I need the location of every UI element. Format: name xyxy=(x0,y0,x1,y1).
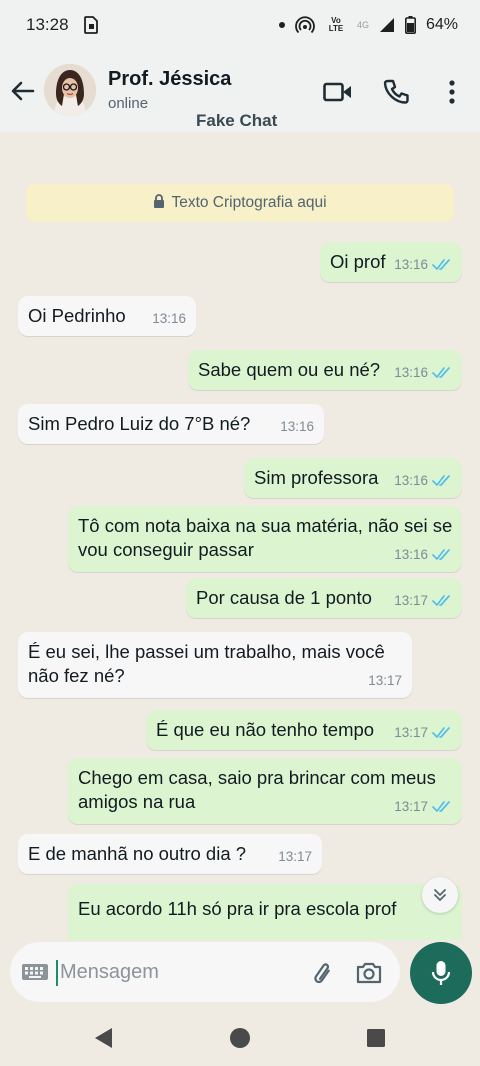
message-time: 13:17 xyxy=(278,849,312,864)
message-text: Eu acordo 11h só pra ir pra escola prof xyxy=(78,898,397,919)
message-bubble-outgoing[interactable]: Por causa de 1 ponto 13:17 xyxy=(186,578,462,618)
message-time: 13:16 xyxy=(394,547,428,562)
double-check-icon xyxy=(432,549,452,561)
message-time: 13:17 xyxy=(394,593,428,608)
avatar[interactable] xyxy=(44,64,96,116)
chat-area[interactable]: Texto Criptografia aqui Oi prof 13:16 Oi… xyxy=(0,132,480,940)
message-text: Sabe quem ou eu né? xyxy=(198,359,381,380)
text-cursor xyxy=(56,960,58,986)
video-call-icon[interactable] xyxy=(322,76,354,108)
message-bubble-incoming[interactable]: E de manhã no outro dia ? 13:17 xyxy=(18,834,322,874)
message-time: 13:17 xyxy=(368,673,402,688)
message-bubble-outgoing[interactable]: Sabe quem ou eu né? 13:16 xyxy=(188,350,462,390)
message-bubble-outgoing[interactable]: Sim professora 13:16 xyxy=(244,458,462,498)
signal-icon xyxy=(379,17,395,33)
message-time: 13:17 xyxy=(394,725,428,740)
volte-icon: Vo LTE xyxy=(325,17,347,33)
message-time: 13:16 xyxy=(280,419,314,434)
arrow-left-icon[interactable] xyxy=(8,76,38,106)
double-check-icon xyxy=(432,259,452,271)
hotspot-icon xyxy=(295,16,315,34)
battery-icon xyxy=(404,16,416,34)
double-check-icon xyxy=(432,367,452,379)
status-bar: 13:28 Vo LTE 4G 64% xyxy=(0,0,480,50)
encryption-notice[interactable]: Texto Criptografia aqui xyxy=(26,184,454,222)
message-text: Oi prof xyxy=(330,251,386,272)
message-time: 13:16 xyxy=(152,311,186,326)
message-bubble-outgoing[interactable]: Tô com nota baixa na sua matéria, não se… xyxy=(68,506,462,572)
double-check-icon xyxy=(432,475,452,487)
message-text: É que eu não tenho tempo xyxy=(156,719,375,740)
message-bubble-incoming[interactable]: É eu sei, lhe passei um trabalho, mais v… xyxy=(18,632,412,698)
message-text: Sim professora xyxy=(254,467,379,488)
system-navigation-bar xyxy=(0,1010,480,1066)
message-input[interactable] xyxy=(60,954,240,990)
chevron-double-down-icon[interactable] xyxy=(422,877,458,913)
network-type-label: 4G xyxy=(356,20,369,30)
message-time: 13:17 xyxy=(394,799,428,814)
message-composer xyxy=(0,940,480,1010)
double-check-icon xyxy=(432,727,452,739)
message-text: Chego em casa, saio pra brincar com meus… xyxy=(78,767,436,812)
message-time: 13:16 xyxy=(394,365,428,380)
phone-icon[interactable] xyxy=(380,76,412,108)
message-bubble-outgoing[interactable]: É que eu não tenho tempo 13:17 xyxy=(146,710,462,750)
battery-percent: 64% xyxy=(425,16,458,33)
double-check-icon xyxy=(432,595,452,607)
dot-icon xyxy=(278,22,285,28)
mic-icon[interactable] xyxy=(410,942,472,1004)
message-time: 13:16 xyxy=(394,473,428,488)
lock-icon xyxy=(153,193,165,213)
chat-header: Prof. Jéssica online Fake Chat xyxy=(0,50,480,132)
status-time: 13:28 xyxy=(26,15,69,34)
camera-icon[interactable] xyxy=(354,958,384,988)
more-vert-icon[interactable] xyxy=(436,76,468,108)
message-text: Sim Pedro Luiz do 7°B né? xyxy=(28,413,251,434)
message-bubble-outgoing[interactable]: Oi prof 13:16 xyxy=(320,242,462,282)
message-text: É eu sei, lhe passei um trabalho, mais v… xyxy=(28,641,385,686)
message-input-container[interactable] xyxy=(10,942,400,1002)
message-bubble-incoming[interactable]: Oi Pedrinho 13:16 xyxy=(18,296,196,336)
contact-name[interactable]: Prof. Jéssica xyxy=(108,68,231,91)
network-type-icon: 4G xyxy=(357,20,369,30)
nav-home-icon[interactable] xyxy=(228,1026,252,1050)
nav-recents-icon[interactable] xyxy=(364,1026,388,1050)
message-time: 13:16 xyxy=(394,257,428,272)
message-bubble-incoming[interactable]: Sim Pedro Luiz do 7°B né? 13:16 xyxy=(18,404,324,444)
watermark-label: Fake Chat xyxy=(196,111,278,130)
paperclip-icon[interactable] xyxy=(306,958,336,988)
message-text: E de manhã no outro dia ? xyxy=(28,843,247,864)
double-check-icon xyxy=(432,801,452,813)
keyboard-icon[interactable] xyxy=(20,958,50,986)
message-bubble-outgoing[interactable]: Chego em casa, saio pra brincar com meus… xyxy=(68,758,462,824)
message-text: Oi Pedrinho xyxy=(28,305,126,326)
volte-label: Vo LTE xyxy=(328,16,344,33)
nav-back-icon[interactable] xyxy=(92,1026,116,1050)
contact-status: online xyxy=(108,95,149,112)
sim-card-icon xyxy=(83,16,99,34)
message-bubble-outgoing[interactable]: Eu acordo 11h só pra ir pra escola prof xyxy=(68,884,462,940)
message-text: Por causa de 1 ponto xyxy=(196,587,372,608)
encryption-notice-text: Texto Criptografia aqui xyxy=(171,194,327,211)
